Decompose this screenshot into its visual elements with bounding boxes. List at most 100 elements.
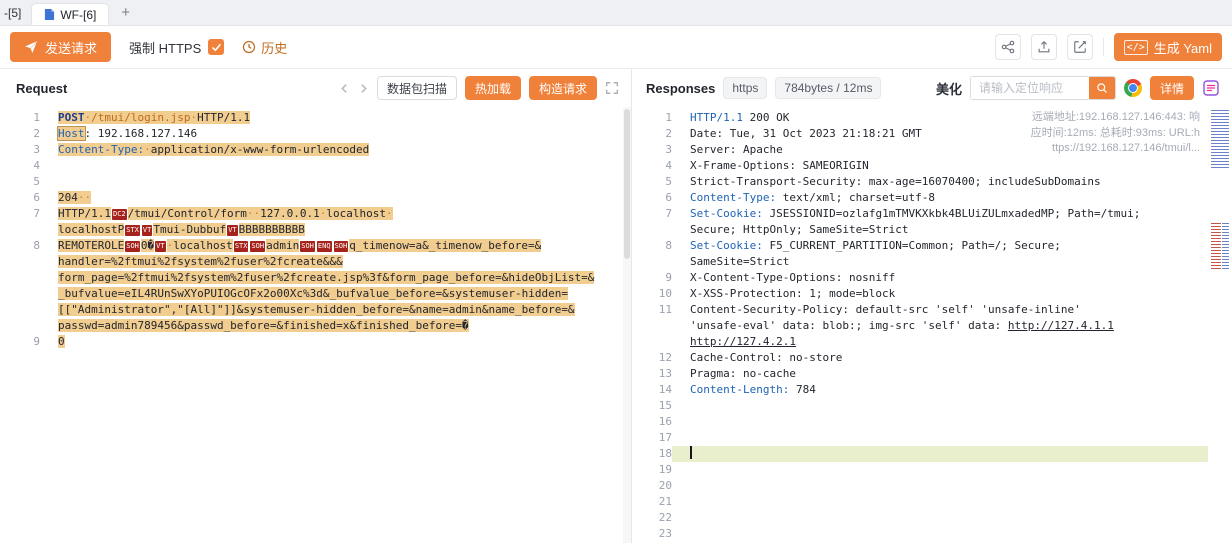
code-segment[interactable]: 204: [58, 191, 78, 204]
code-segment[interactable]: Date: Tue, 31 Oct 2023 21:18:21 GMT: [690, 127, 922, 140]
code-segment[interactable]: 0�: [141, 239, 154, 252]
control-char[interactable]: SOH: [250, 241, 265, 252]
code-row[interactable]: passwd=admin789456&passwd_before=&finish…: [0, 318, 631, 334]
code-segment[interactable]: [["Administrator","[All]"]]&systemuser-h…: [58, 303, 575, 316]
code-segment[interactable]: Host: [58, 127, 85, 140]
control-char[interactable]: SOH: [125, 241, 140, 252]
code-segment[interactable]: REMOTEROLE: [58, 239, 124, 252]
code-row[interactable]: 9X-Content-Type-Options: nosniff: [632, 270, 1232, 286]
code-row[interactable]: 3Content-Type:·application/x-www-form-ur…: [0, 142, 631, 158]
details-button[interactable]: 详情: [1150, 76, 1194, 100]
code-segment[interactable]: Tmui-Dubbuf: [153, 223, 226, 236]
code-segment[interactable]: SameSite=Strict: [690, 255, 789, 268]
code-row[interactable]: 1HTTP/1.1 200 OK: [632, 110, 1232, 126]
code-segment[interactable]: admin: [266, 239, 299, 252]
code-segment[interactable]: ··: [78, 191, 91, 204]
code-segment[interactable]: Content-Type:: [690, 191, 776, 204]
edit-icon[interactable]: [1067, 34, 1093, 60]
code-segment[interactable]: localhost: [326, 207, 386, 220]
scrollbar-thumb[interactable]: [624, 109, 630, 259]
code-segment[interactable]: Content-Type:: [58, 143, 144, 156]
code-segment[interactable]: Secure; HttpOnly; SameSite=Strict: [690, 223, 909, 236]
packet-scan-button[interactable]: 数据包扫描: [377, 76, 457, 100]
code-segment[interactable]: 'unsafe-eval' data: blob:; img-src 'self…: [690, 319, 1008, 332]
code-segment[interactable]: Content-Security-Policy: default-src 'se…: [690, 303, 1081, 316]
code-segment[interactable]: 192.168.127.146: [98, 127, 197, 140]
code-row[interactable]: 8REMOTEROLESOH0�VT·localhostSTXSOHadminS…: [0, 238, 631, 254]
control-char[interactable]: STX: [234, 241, 249, 252]
code-segment[interactable]: HTTP/1.1: [690, 111, 743, 124]
code-row[interactable]: 3Server: Apache: [632, 142, 1232, 158]
code-segment[interactable]: Cache-Control: no-store: [690, 351, 842, 364]
code-row[interactable]: _bufvalue=eIL4RUnSwXYoPUIOGcOFx2o00Xc%3d…: [0, 286, 631, 302]
code-segment[interactable]: Server: Apache: [690, 143, 783, 156]
code-segment[interactable]: Strict-Transport-Security: max-age=16070…: [690, 175, 1101, 188]
control-char[interactable]: VT: [155, 241, 165, 252]
code-segment[interactable]: JSESSIONID=ozlafg1mTMVKXkbk4BLUiZULmxade…: [763, 207, 1141, 220]
code-segment[interactable]: form_page=%2ftmui%2fsystem%2fuser%2fcrea…: [58, 271, 594, 284]
force-https-checkbox[interactable]: [208, 39, 224, 55]
code-row[interactable]: SameSite=Strict: [632, 254, 1232, 270]
code-segment[interactable]: BBBBBBBBBB: [239, 223, 305, 236]
fullscreen-icon[interactable]: [605, 81, 619, 95]
chevron-right-icon[interactable]: [358, 83, 369, 94]
code-segment[interactable]: text/xml; charset=utf-8: [776, 191, 935, 204]
code-segment[interactable]: /tmui/login.jsp: [91, 111, 190, 124]
code-segment[interactable]: HTTP/1.1: [58, 207, 111, 220]
code-row[interactable]: form_page=%2ftmui%2fsystem%2fuser%2fcrea…: [0, 270, 631, 286]
code-row[interactable]: 22: [632, 510, 1232, 526]
code-segment[interactable]: X-Content-Type-Options: nosniff: [690, 271, 895, 284]
code-row[interactable]: http://127.4.2.1: [632, 334, 1232, 350]
code-row[interactable]: handler=%2ftmui%2fsystem%2fuser%2fcreate…: [0, 254, 631, 270]
code-segment[interactable]: Set-Cookie:: [690, 207, 763, 220]
code-row[interactable]: 6Content-Type: text/xml; charset=utf-8: [632, 190, 1232, 206]
code-row[interactable]: 90: [0, 334, 631, 350]
code-segment[interactable]: passwd=admin789456&passwd_before=&finish…: [58, 319, 469, 332]
code-segment[interactable]: http://127.4.2.1: [690, 335, 796, 348]
code-row[interactable]: 2Date: Tue, 31 Oct 2023 21:18:21 GMT: [632, 126, 1232, 142]
code-row[interactable]: 11Content-Security-Policy: default-src '…: [632, 302, 1232, 318]
chrome-icon[interactable]: [1124, 79, 1142, 97]
code-row[interactable]: 5Strict-Transport-Security: max-age=1607…: [632, 174, 1232, 190]
code-segment[interactable]: 200 OK: [743, 111, 789, 124]
control-char[interactable]: SOH: [334, 241, 349, 252]
code-row[interactable]: 'unsafe-eval' data: blob:; img-src 'self…: [632, 318, 1232, 334]
code-row[interactable]: 19: [632, 462, 1232, 478]
chevron-left-icon[interactable]: [339, 83, 350, 94]
code-segment[interactable]: localhostP: [58, 223, 124, 236]
control-char[interactable]: VT: [142, 225, 152, 236]
code-row[interactable]: 7HTTP/1.1DC2/tmui/Control/form··127.0.0.…: [0, 206, 631, 222]
hot-reload-button[interactable]: 热加载: [465, 76, 521, 100]
code-segment[interactable]: X-XSS-Protection: 1; mode=block: [690, 287, 895, 300]
code-row[interactable]: 6204··: [0, 190, 631, 206]
code-row[interactable]: 7Set-Cookie: JSESSIONID=ozlafg1mTMVKXkbk…: [632, 206, 1232, 222]
code-row[interactable]: 1POST·/tmui/login.jsp·HTTP/1.1: [0, 110, 631, 126]
code-row[interactable]: 12Cache-Control: no-store: [632, 350, 1232, 366]
request-scrollbar[interactable]: [623, 107, 631, 543]
code-segment[interactable]: _bufvalue=eIL4RUnSwXYoPUIOGcOFx2o00Xc%3d…: [58, 287, 568, 300]
response-editor[interactable]: 1HTTP/1.1 200 OK2Date: Tue, 31 Oct 2023 …: [632, 107, 1232, 543]
code-segment[interactable]: X-Frame-Options: SAMEORIGIN: [690, 159, 869, 172]
code-row[interactable]: 4X-Frame-Options: SAMEORIGIN: [632, 158, 1232, 174]
generate-yaml-button[interactable]: </> 生成 Yaml: [1114, 33, 1222, 61]
report-icon[interactable]: [1202, 79, 1220, 97]
control-char[interactable]: DC2: [112, 209, 127, 220]
code-segment[interactable]: /tmui/Control/form: [128, 207, 247, 220]
code-segment[interactable]: http://127.4.1.1: [1008, 319, 1114, 332]
share-icon[interactable]: [995, 34, 1021, 60]
control-char[interactable]: ENQ: [317, 241, 332, 252]
code-row[interactable]: 10X-XSS-Protection: 1; mode=block: [632, 286, 1232, 302]
code-row[interactable]: 21: [632, 494, 1232, 510]
code-segment[interactable]: Content-Length:: [690, 383, 789, 396]
request-editor[interactable]: 1POST·/tmui/login.jsp·HTTP/1.12Host: 192…: [0, 107, 631, 543]
code-segment[interactable]: 0: [58, 335, 65, 348]
construct-request-button[interactable]: 构造请求: [529, 76, 597, 100]
control-char[interactable]: SOH: [300, 241, 315, 252]
code-row[interactable]: 14Content-Length: 784: [632, 382, 1232, 398]
code-segment[interactable]: Set-Cookie:: [690, 239, 763, 252]
search-input[interactable]: [971, 77, 1089, 99]
tab-previous[interactable]: -[5]: [0, 6, 25, 25]
code-segment[interactable]: 784: [789, 383, 816, 396]
add-tab-button[interactable]: +: [109, 4, 140, 25]
code-row[interactable]: 8Set-Cookie: F5_CURRENT_PARTITION=Common…: [632, 238, 1232, 254]
